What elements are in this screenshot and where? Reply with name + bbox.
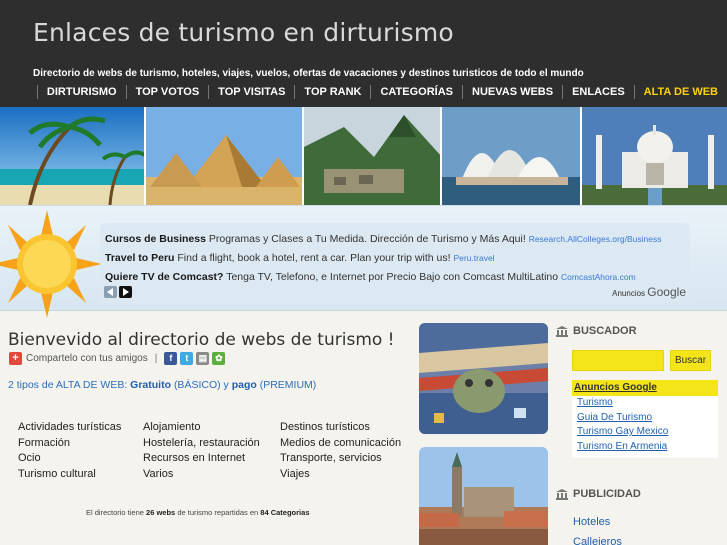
nav-top-visitas[interactable]: TOP VISITAS (208, 85, 294, 99)
category-list: Actividades turísticas Alojamiento Desti… (18, 420, 420, 481)
ad-text: Find a flight, book a hotel, rent a car.… (177, 252, 451, 264)
munich-city-photo (419, 447, 548, 545)
machu-picchu-photo (304, 107, 442, 205)
google-ads-title[interactable]: Anuncios Google (572, 380, 718, 396)
ads-by-label: Anuncios (612, 289, 646, 298)
ad-item[interactable]: Cursos de Business Programas y Clases a … (105, 233, 661, 245)
site-tagline: Directorio de webs de turismo, hoteles, … (33, 68, 584, 79)
header-photo-strip (0, 107, 727, 205)
twitter-icon[interactable]: t (180, 351, 194, 365)
category-link[interactable]: Formación (18, 436, 143, 451)
taj-mahal-photo (582, 107, 727, 205)
nav-dirturismo[interactable]: DIRTURISMO (36, 85, 126, 99)
share-separator: | (154, 352, 158, 364)
category-link[interactable]: Ocio (18, 451, 143, 466)
nav-alta-de-web[interactable]: ALTA DE WEB (633, 85, 727, 99)
search-section-title: BUSCADOR (556, 325, 637, 337)
ad-item[interactable]: Quiere TV de Comcast? Tenga TV, Telefono… (105, 271, 636, 283)
ads-by-google[interactable]: Anuncios Google (612, 285, 686, 299)
ad-title[interactable]: Quiere TV de Comcast? (105, 271, 223, 283)
alta-types: 2 tipos de ALTA DE WEB: Gratuito (BÁSICO… (8, 379, 316, 391)
alta-free-link[interactable]: Gratuito (130, 379, 171, 391)
publicidad-section-title: PUBLICIDAD (556, 488, 641, 500)
ad-url[interactable]: ComcastAhora.com (561, 272, 636, 282)
stats-middle: de turismo repartidas en (177, 508, 259, 517)
ad-title[interactable]: Cursos de Business (105, 233, 206, 245)
publicidad-link-callejeros[interactable]: Callejeros (573, 536, 622, 545)
ad-link[interactable]: Guia De Turismo (572, 411, 718, 426)
share-plus-icon[interactable]: + (9, 351, 22, 365)
ad-link[interactable]: Turismo En Armenia (572, 440, 718, 455)
alta-prefix: 2 tipos de ALTA DE WEB: (8, 379, 128, 391)
share-more-icon[interactable]: ✿ (212, 351, 226, 365)
sydney-opera-photo (442, 107, 582, 205)
google-ads-box: Anuncios Google Turismo Guia De Turismo … (572, 380, 718, 458)
gaudi-mosaic-photo (419, 323, 548, 434)
category-link[interactable]: Hostelería, restauración (143, 436, 280, 451)
directory-stats: El directorio tiene 26 webs de turismo r… (86, 508, 310, 517)
category-link[interactable]: Varios (143, 467, 280, 482)
publicidad-title: PUBLICIDAD (573, 488, 641, 500)
stats-prefix: El directorio tiene (86, 508, 144, 517)
beach-photo (0, 107, 146, 205)
nav-nuevas-webs[interactable]: NUEVAS WEBS (462, 85, 562, 99)
site-header: Enlaces de turismo en dirturismo Directo… (0, 0, 727, 107)
alta-free-note: (BÁSICO) (173, 379, 221, 391)
category-link[interactable]: Viajes (280, 467, 420, 482)
page-title: Bienvevido al directorio de webs de turi… (8, 330, 395, 350)
ad-url[interactable]: Research.AllColleges.org/Business (529, 234, 662, 244)
site-title[interactable]: Enlaces de turismo en dirturismo (33, 18, 454, 47)
alta-paid-note: (PREMIUM) (259, 379, 317, 391)
alta-paid-link[interactable]: pago (232, 379, 257, 391)
pyramids-photo (146, 107, 304, 205)
nav-enlaces[interactable]: ENLACES (562, 85, 634, 99)
print-icon[interactable]: ▤ (196, 351, 210, 365)
google-logo: Google (647, 285, 686, 299)
publicidad-link-hoteles[interactable]: Hoteles (573, 516, 610, 528)
ad-title[interactable]: Travel to Peru (105, 252, 174, 264)
search-input[interactable] (572, 350, 664, 371)
nav-top-rank[interactable]: TOP RANK (294, 85, 370, 99)
adsense-banner: Cursos de Business Programas y Clases a … (0, 205, 727, 318)
category-link[interactable]: Medios de comunicación (280, 436, 420, 451)
main-nav: DIRTURISMO TOP VOTOS TOP VISITAS TOP RAN… (36, 82, 727, 102)
category-link[interactable]: Recursos en Internet (143, 451, 280, 466)
category-link[interactable]: Alojamiento (143, 420, 280, 435)
ad-link[interactable]: Turismo Gay Mexico (572, 425, 718, 440)
ad-prev-button[interactable] (104, 286, 117, 298)
nav-categorias[interactable]: CATEGORÍAS (370, 85, 462, 99)
nav-top-votos[interactable]: TOP VOTOS (125, 85, 209, 99)
share-label[interactable]: Compartelo con tus amigos (26, 353, 148, 364)
ad-text: Tenga TV, Telefono, e Internet por Preci… (226, 271, 559, 283)
sun-icon (0, 210, 102, 318)
ad-link[interactable]: Turismo (572, 396, 718, 411)
facebook-icon[interactable]: f (164, 351, 178, 365)
search-button[interactable]: Buscar (670, 350, 711, 371)
ad-text: Programas y Clases a Tu Medida. Direcció… (208, 233, 526, 245)
bank-icon (556, 325, 568, 337)
share-bar: + Compartelo con tus amigos | f t ▤ ✿ (9, 351, 228, 365)
stats-webs: 26 webs (146, 508, 176, 517)
category-link[interactable]: Actividades turísticas (18, 420, 143, 435)
category-link[interactable]: Transporte, servicios (280, 451, 420, 466)
ad-item[interactable]: Travel to Peru Find a flight, book a hot… (105, 252, 495, 264)
ad-url[interactable]: Peru.travel (453, 253, 494, 263)
ad-next-button[interactable] (119, 286, 132, 298)
bank-icon (556, 488, 568, 500)
category-link[interactable]: Turismo cultural (18, 467, 143, 482)
stats-cats: 84 Categorias (260, 508, 310, 517)
ad-list: Cursos de Business Programas y Clases a … (100, 223, 690, 303)
search-title: BUSCADOR (573, 325, 637, 337)
category-link[interactable]: Destinos turísticos (280, 420, 420, 435)
alta-and: y (223, 379, 229, 391)
